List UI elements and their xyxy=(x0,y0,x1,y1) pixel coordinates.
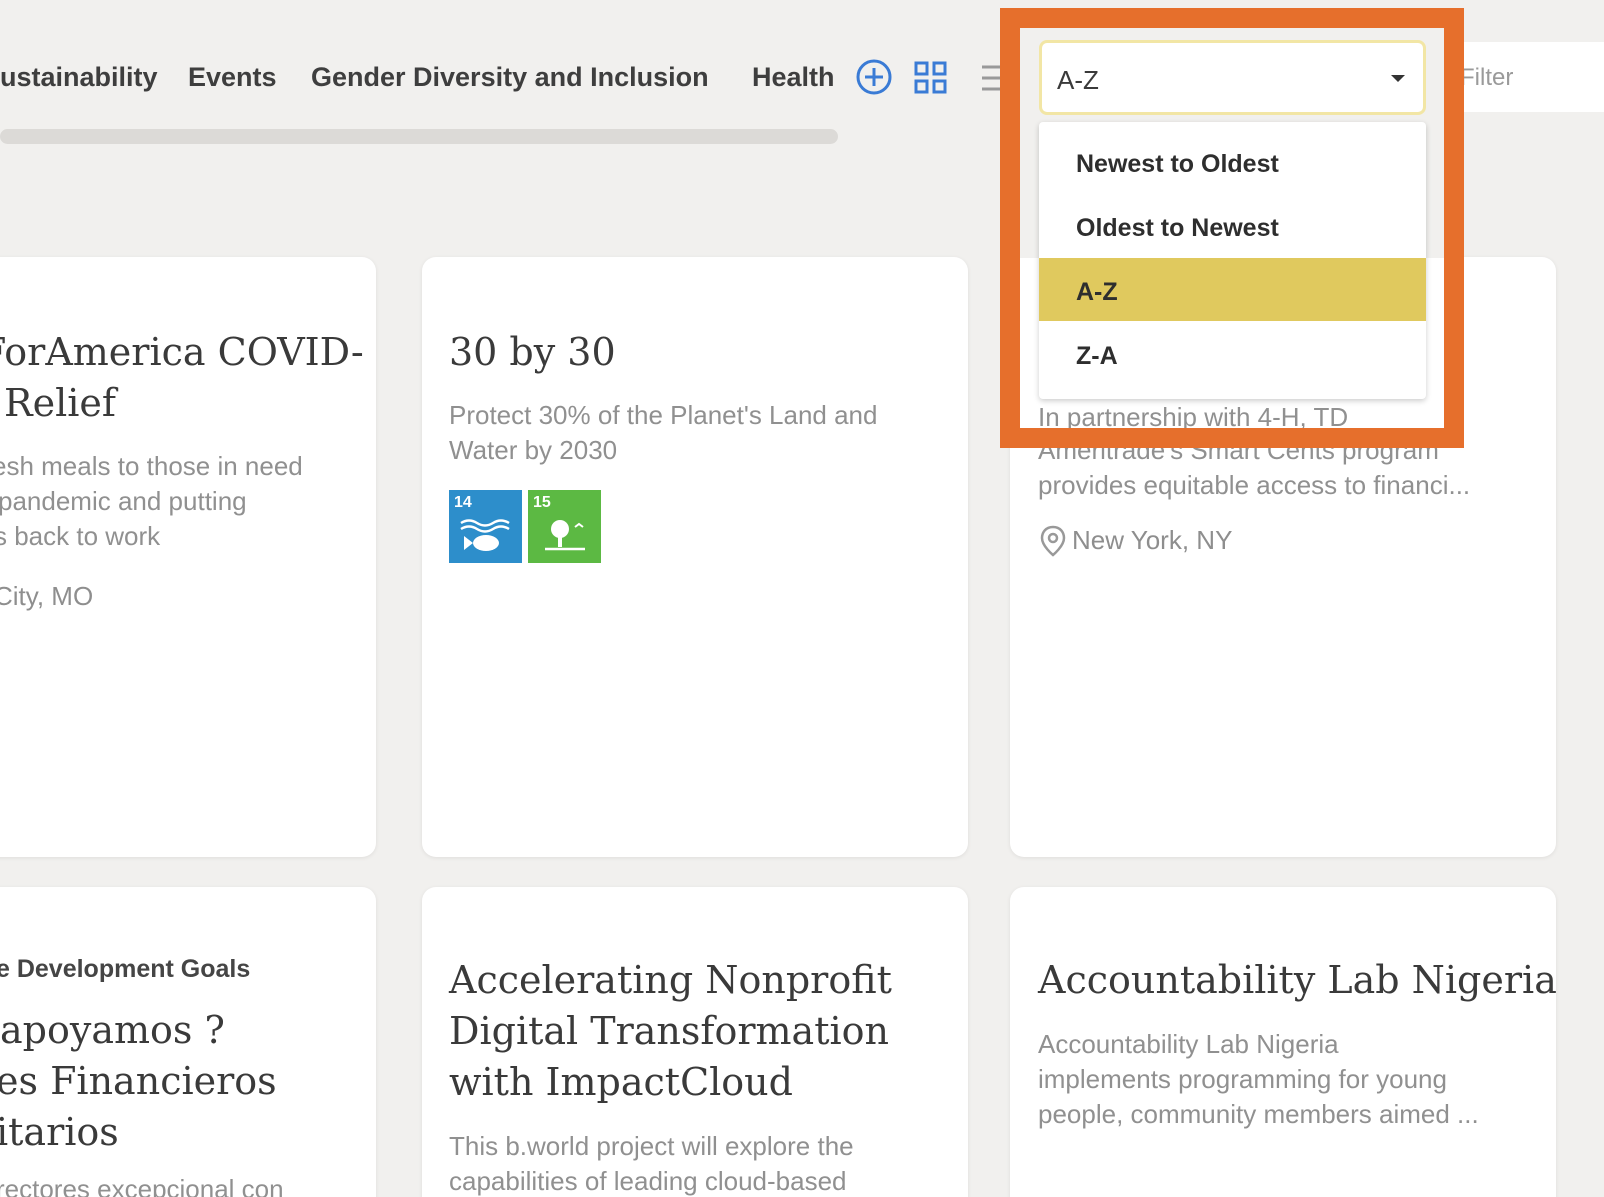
list-view-icon[interactable] xyxy=(982,64,1002,97)
card-title: itarios xyxy=(0,1110,119,1154)
card-title: with ImpactCloud xyxy=(449,1060,793,1104)
tab-health[interactable]: Health a xyxy=(752,62,838,93)
sdg-number: 14 xyxy=(454,494,472,511)
card-description: Water by 2030 xyxy=(449,435,618,465)
sort-option-a-z[interactable]: A-Z xyxy=(1039,258,1426,321)
chevron-down-icon xyxy=(1391,75,1405,82)
card-description: implements programming for young xyxy=(1038,1064,1447,1094)
card-tag: e Development Goals xyxy=(0,955,251,983)
card-description: provides equitable access to financi... xyxy=(1038,470,1471,500)
card-location: City, MO xyxy=(0,581,94,611)
card-title: Accelerating Nonprofit xyxy=(449,958,892,1002)
card-description: This b.world project will explore the xyxy=(449,1131,854,1161)
tab-events[interactable]: Events xyxy=(188,62,277,93)
card-title: Accountability Lab Nigeria xyxy=(1038,958,1556,1002)
card-description: capabilities of leading cloud-based xyxy=(449,1166,847,1196)
project-card[interactable]: 30 by 30 Protect 30% of the Planet's Lan… xyxy=(422,257,968,857)
card-title: Digital Transformation xyxy=(449,1009,889,1053)
card-title: apoyamos ? xyxy=(0,1008,225,1052)
plus-circle-icon[interactable] xyxy=(855,58,893,101)
sort-selected-value: A-Z xyxy=(1057,65,1099,95)
card-description: Protect 30% of the Planet's Land and xyxy=(449,400,878,430)
card-title: ForAmerica COVID- xyxy=(0,330,364,374)
project-card[interactable]: e Development Goals apoyamos ? es Financ… xyxy=(0,887,376,1197)
card-description: people, community members aimed ... xyxy=(1038,1099,1479,1129)
sort-select[interactable]: A-Z xyxy=(1039,40,1426,115)
sort-option-newest[interactable]: Newest to Oldest xyxy=(1039,130,1426,193)
project-card[interactable]: Accelerating Nonprofit Digital Transform… xyxy=(422,887,968,1197)
grid-view-icon[interactable] xyxy=(914,61,948,100)
sort-option-z-a[interactable]: Z-A xyxy=(1039,322,1426,385)
card-description: pandemic and putting xyxy=(0,486,247,516)
project-card[interactable]: ForAmerica COVID- Relief esh meals to th… xyxy=(0,257,376,857)
sdg-14-icon: 14 xyxy=(449,490,522,563)
tabs-scrollbar[interactable] xyxy=(0,129,838,144)
card-title: Relief xyxy=(4,381,116,425)
card-description: s back to work xyxy=(0,521,161,551)
sdg-15-icon: 15 xyxy=(528,490,601,563)
project-card[interactable]: Accountability Lab Nigeria Accountabilit… xyxy=(1010,887,1556,1197)
tab-gender-diversity[interactable]: Gender Diversity and Inclusion xyxy=(311,62,709,93)
tab-sustainability[interactable]: ustainability xyxy=(0,62,158,93)
card-description: esh meals to those in need xyxy=(0,451,303,481)
card-title: es Financieros xyxy=(0,1059,277,1103)
card-title: 30 by 30 xyxy=(449,330,616,374)
sort-options-menu: Newest to Oldest Oldest to Newest A-Z Z-… xyxy=(1039,122,1426,399)
sort-option-oldest[interactable]: Oldest to Newest xyxy=(1039,194,1426,257)
sdg-number: 15 xyxy=(533,494,551,511)
card-location: New York, NY xyxy=(1072,525,1233,555)
location-pin-icon xyxy=(1040,525,1066,562)
card-description: rectores excepcional con xyxy=(0,1174,284,1197)
card-description: Accountability Lab Nigeria xyxy=(1038,1029,1339,1059)
filter-input[interactable]: Filter xyxy=(1440,42,1604,112)
